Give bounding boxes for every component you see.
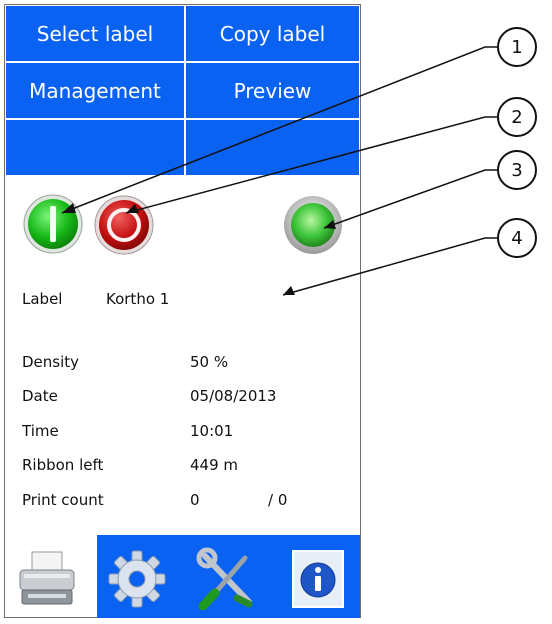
arrowhead-1 xyxy=(62,203,76,213)
arrowhead-4 xyxy=(283,286,295,295)
callout-4: 4 xyxy=(497,218,537,258)
arrowhead-2 xyxy=(126,204,139,213)
arrowhead-3 xyxy=(324,220,336,229)
callout-1: 1 xyxy=(497,27,537,67)
leader-lines xyxy=(61,46,497,296)
callout-3: 3 xyxy=(497,150,537,190)
callout-2: 2 xyxy=(497,97,537,137)
